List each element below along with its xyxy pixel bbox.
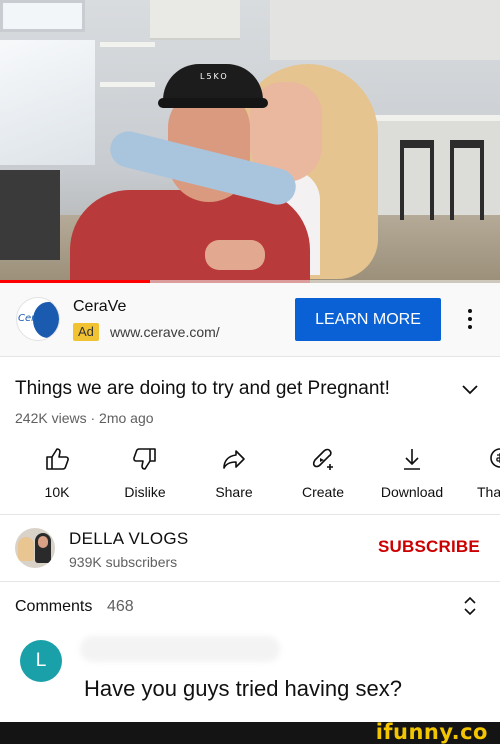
video-scene-cabinets — [150, 0, 240, 40]
chevron-down-icon[interactable] — [460, 383, 480, 397]
video-scene-shelf — [100, 82, 155, 87]
advertiser-name: CeraVe — [73, 298, 127, 315]
ad-url[interactable]: www.cerave.com/ — [110, 324, 220, 340]
subscriber-count: 939K subscribers — [69, 554, 178, 570]
channel-row[interactable]: DELLA VLOGS 939K subscribers SUBSCRIBE — [0, 515, 500, 581]
thumbs-up-icon — [46, 448, 69, 470]
learn-more-button[interactable]: LEARN MORE — [295, 298, 441, 341]
video-scene-cabinets — [270, 0, 500, 60]
comments-count: 468 — [107, 598, 134, 615]
download-label: Download — [380, 484, 444, 500]
video-scene-stool — [450, 140, 484, 220]
more-vert-icon[interactable] — [460, 303, 480, 335]
video-scene-window — [0, 40, 95, 165]
top-comment[interactable]: L Have you guys tried having sex? — [0, 630, 500, 720]
channel-avatar[interactable] — [15, 528, 55, 568]
video-scene-oven — [0, 170, 60, 260]
video-player[interactable]: L5KO — [0, 0, 500, 283]
create-icon — [312, 448, 333, 470]
comment-text: Have you guys tried having sex? — [84, 676, 402, 701]
watermark-bar: ifunny.co — [0, 720, 500, 744]
comments-header[interactable]: Comments 468 — [0, 582, 500, 630]
video-scene-hand — [205, 240, 265, 270]
subscribe-button[interactable]: SUBSCRIBE — [378, 537, 480, 557]
thanks-icon — [490, 448, 500, 468]
video-scene-shelf — [100, 42, 155, 47]
ad-banner[interactable]: CeraVe CeraVe Ad www.cerave.com/ LEARN M… — [0, 283, 500, 357]
video-title[interactable]: Things we are doing to try and get Pregn… — [15, 378, 435, 400]
dislike-button[interactable]: Dislike — [100, 443, 190, 503]
create-button[interactable]: Create — [278, 443, 368, 503]
cap-logo-text: L5KO — [200, 72, 229, 81]
dislike-label: Dislike — [124, 484, 166, 500]
video-meta: 242K views · 2mo ago — [15, 410, 154, 426]
logo-text: CeraVe — [18, 313, 54, 324]
ifunny-watermark: ifunny.co — [375, 720, 488, 744]
thanks-button[interactable]: Tha — [455, 443, 500, 503]
video-scene-cap-brim — [158, 98, 268, 108]
video-scene-stool — [400, 140, 434, 220]
commenter-avatar: L — [20, 640, 62, 682]
channel-name[interactable]: DELLA VLOGS — [69, 529, 189, 549]
share-icon — [223, 450, 245, 469]
comments-label: Comments — [15, 598, 93, 615]
like-button[interactable]: 10K — [12, 443, 102, 503]
download-button[interactable]: Download — [367, 443, 457, 503]
avatar-figure — [18, 537, 34, 561]
thumbs-down-icon — [133, 448, 156, 470]
blurred-comment-header — [80, 636, 280, 662]
download-icon — [404, 449, 420, 470]
thanks-label: Tha — [477, 484, 500, 500]
share-label: Share — [215, 484, 253, 500]
share-button[interactable]: Share — [189, 443, 279, 503]
create-label: Create — [301, 484, 345, 500]
video-scene-skylight — [0, 0, 85, 32]
unfold-icon[interactable] — [462, 595, 478, 617]
like-count: 10K — [44, 484, 70, 500]
cerave-logo-icon: CeraVe — [16, 297, 60, 341]
avatar-face — [38, 536, 48, 548]
action-bar: 10K Dislike Share Create Download Tha — [0, 443, 500, 508]
ad-badge: Ad — [73, 323, 99, 341]
